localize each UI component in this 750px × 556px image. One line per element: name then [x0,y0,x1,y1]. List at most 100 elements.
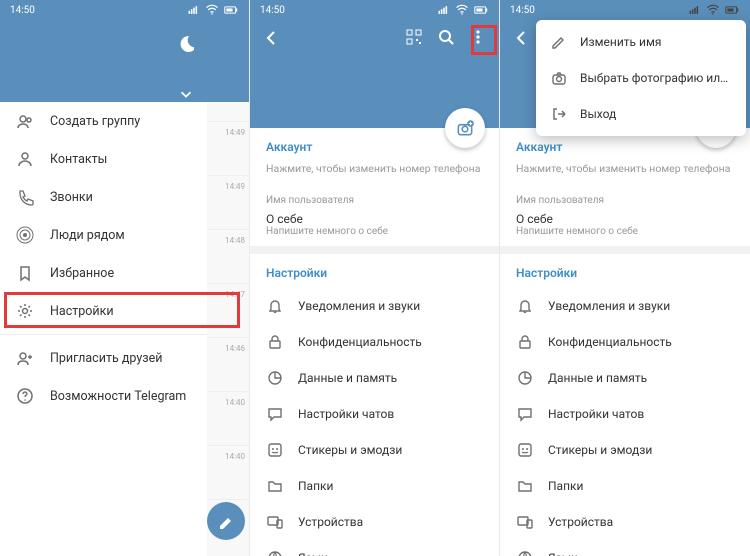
item-label: Язык [298,551,328,556]
add-friend-icon [16,349,34,367]
item-label: Язык [548,551,578,556]
settings-item-devices[interactable]: Устройства [250,504,499,540]
menu-label: Изменить имя [580,35,661,49]
settings-item-stickers[interactable]: Стикеры и эмодзи [250,432,499,468]
pie-icon [516,369,534,387]
settings-item-data[interactable]: Данные и память [500,360,750,396]
drawer-label: Возможности Telegram [50,389,186,404]
status-icons [437,3,489,17]
devices-icon [516,513,534,531]
item-label: Уведомления и звуки [548,299,670,313]
status-time: 14:50 [260,5,285,16]
phone-icon [16,188,34,206]
search-button[interactable] [437,28,455,46]
qr-button[interactable] [405,28,423,46]
item-label: Конфиденциальность [298,335,422,349]
account-expand-icon[interactable] [178,86,194,102]
username-label[interactable]: Имя пользователя [500,187,750,208]
username-label[interactable]: Имя пользователя [250,187,499,208]
item-label: Данные и память [298,371,397,385]
about-hint: Напишите немного о себе [266,226,388,237]
globe-icon [266,549,284,556]
menu-choose-photo[interactable]: Выбрать фотографию или в... [536,60,746,96]
menu-label: Выход [580,107,616,121]
drawer-label: Создать группу [50,114,140,129]
settings-item-privacy[interactable]: Конфиденциальность [500,324,750,360]
item-label: Устройства [298,515,363,529]
menu-label: Выбрать фотографию или в... [580,71,732,85]
settings-header: 14:50 [250,0,499,128]
logout-icon [550,105,568,123]
chat-icon [516,405,534,423]
drawer-label: Пригласить друзей [50,351,162,366]
settings-item-folders[interactable]: Папки [500,468,750,504]
user-icon [16,150,34,168]
about-label: О себе [516,212,638,226]
status-icons [688,3,740,17]
drawer-label: Настройки [50,304,114,319]
item-label: Настройки чатов [298,407,394,421]
settings-item-language[interactable]: Язык [500,540,750,556]
set-photo-fab[interactable] [445,108,485,148]
back-button[interactable] [262,28,280,46]
overflow-menu: Изменить имя Выбрать фотографию или в...… [536,20,746,136]
bookmark-icon [16,264,34,282]
settings-panel: 14:50 Аккаунт Нажмите, чтобы изменить но… [250,0,500,556]
settings-item-notifications[interactable]: Уведомления и звуки [250,288,499,324]
settings-item-notifications[interactable]: Уведомления и звуки [500,288,750,324]
settings-item-language[interactable]: Язык [250,540,499,556]
sticker-icon [266,441,284,459]
drawer-label: Избранное [50,266,114,281]
item-label: Стикеры и эмодзи [298,443,402,457]
settings-body: Аккаунт Нажмите, чтобы изменить номер те… [250,128,499,556]
drawer-panel: 14:5014:4914:4914:48 14:4714:4614:4014:4… [0,0,250,556]
item-label: Папки [548,479,583,493]
settings-body: Аккаунт Нажмите, чтобы изменить номер те… [500,128,750,556]
status-icons [187,3,239,17]
item-label: Данные и память [548,371,647,385]
menu-edit-name[interactable]: Изменить имя [536,24,746,60]
settings-item-chat-settings[interactable]: Настройки чатов [500,396,750,432]
chat-icon [266,405,284,423]
lock-icon [266,333,284,351]
status-time: 14:50 [10,5,35,16]
item-label: Настройки чатов [548,407,644,421]
about-row[interactable]: О себеНапишите немного о себе [250,208,499,246]
settings-item-privacy[interactable]: Конфиденциальность [250,324,499,360]
edit-icon [550,33,568,51]
item-label: Конфиденциальность [548,335,672,349]
about-row[interactable]: О себеНапишите немного о себе [500,208,750,246]
compose-fab[interactable] [207,502,245,540]
about-hint: Напишите немного о себе [516,226,638,237]
drawer-label: Люди рядом [50,228,125,243]
night-mode-icon[interactable] [176,34,194,52]
item-label: Стикеры и эмодзи [548,443,652,457]
lock-icon [516,333,534,351]
settings-item-data[interactable]: Данные и память [250,360,499,396]
phone-hint[interactable]: Нажмите, чтобы изменить номер телефона [500,162,750,187]
settings-item-stickers[interactable]: Стикеры и эмодзи [500,432,750,468]
menu-logout[interactable]: Выход [536,96,746,132]
settings-header-text: Настройки [500,254,750,288]
group-icon [16,112,34,130]
settings-item-folders[interactable]: Папки [250,468,499,504]
bell-icon [516,297,534,315]
settings-item-devices[interactable]: Устройства [500,504,750,540]
nearby-icon [16,226,34,244]
gear-icon [16,302,34,320]
more-button[interactable] [469,28,487,46]
sticker-icon [516,441,534,459]
drawer-header: 14:50 [0,0,249,102]
devices-icon [266,513,284,531]
globe-icon [516,549,534,556]
settings-item-chat-settings[interactable]: Настройки чатов [250,396,499,432]
bell-icon [266,297,284,315]
drawer-label: Звонки [50,190,93,205]
folder-icon [266,477,284,495]
item-label: Уведомления и звуки [298,299,420,313]
pie-icon [266,369,284,387]
back-button[interactable] [512,28,530,46]
phone-hint[interactable]: Нажмите, чтобы изменить номер телефона [250,162,499,187]
settings-header-text: Настройки [250,254,499,288]
camera-icon [550,69,568,87]
